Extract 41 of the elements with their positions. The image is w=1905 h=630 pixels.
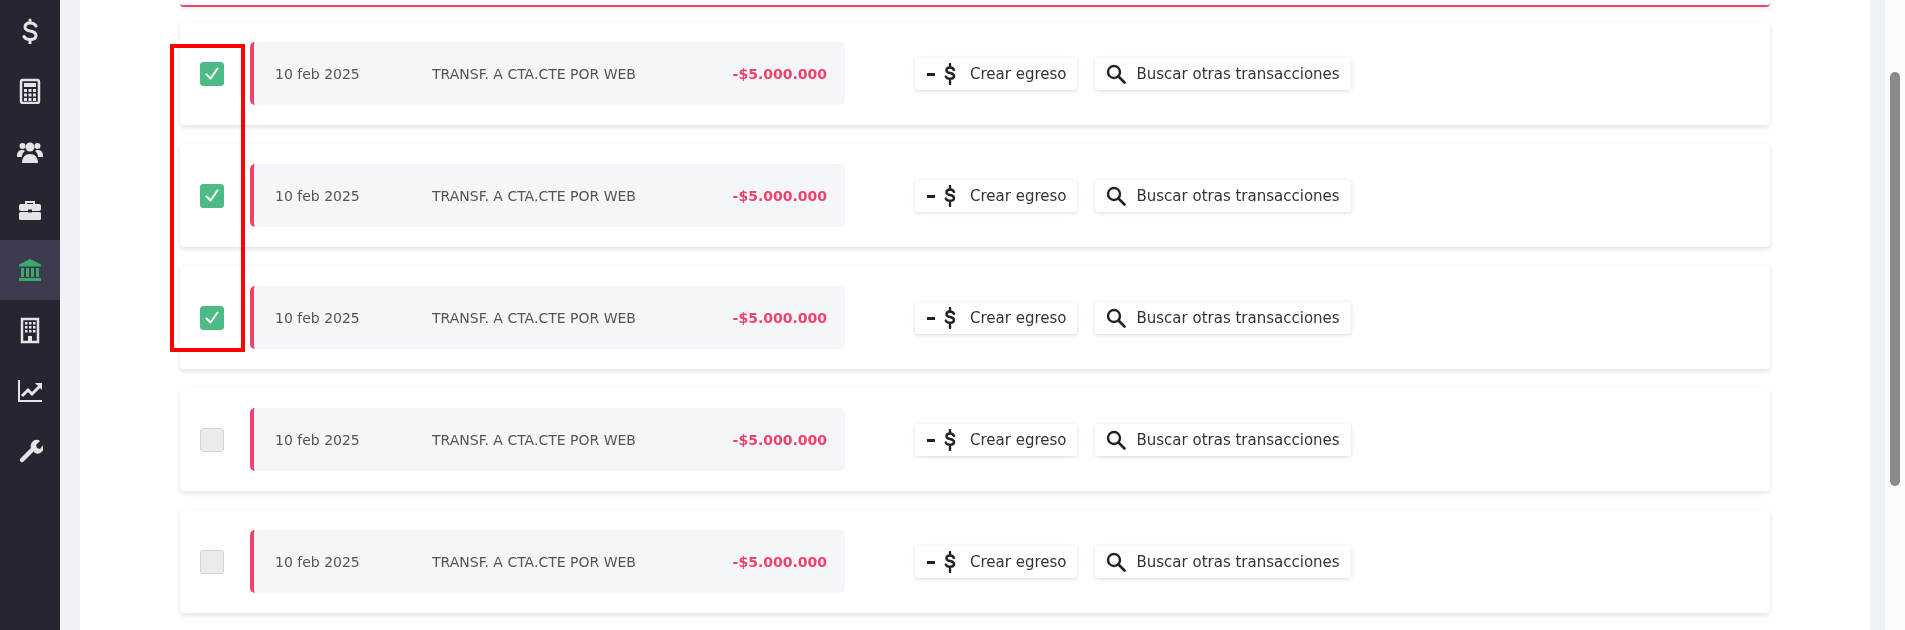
- transaction-description: TRANSF. A CTA.CTE POR WEB: [432, 309, 637, 326]
- checkmark-icon: [204, 309, 220, 326]
- checkbox[interactable]: [200, 61, 224, 86]
- search-icon: [1106, 551, 1127, 572]
- checkbox[interactable]: [200, 549, 224, 574]
- search-icon: [1106, 429, 1127, 450]
- transaction-description: TRANSF. A CTA.CTE POR WEB: [432, 431, 637, 448]
- bank-icon: [17, 256, 43, 284]
- transaction-amount: -$5.000.000: [732, 431, 827, 448]
- transaction-description: TRANSF. A CTA.CTE POR WEB: [432, 553, 637, 570]
- checkbox[interactable]: [200, 183, 224, 208]
- checkbox[interactable]: [200, 305, 224, 330]
- transaction-date: 10 feb 2025: [275, 553, 361, 570]
- create-expense-button[interactable]: Crear egreso: [915, 57, 1078, 90]
- create-expense-button[interactable]: Crear egreso: [915, 179, 1078, 212]
- transaction-amount: -$5.000.000: [732, 553, 827, 570]
- transaction-date: 10 feb 2025: [275, 309, 361, 326]
- create-expense-button[interactable]: Crear egreso: [915, 545, 1078, 578]
- transaction-amount: -$5.000.000: [732, 187, 827, 204]
- create-expense-button[interactable]: Crear egreso: [915, 301, 1078, 334]
- checkmark-icon: [204, 187, 220, 204]
- checkbox[interactable]: [200, 427, 224, 452]
- search-transactions-button[interactable]: Buscar otras transacciones: [1095, 301, 1351, 334]
- scrollbar[interactable]: [1885, 0, 1905, 630]
- calculator-icon: [17, 76, 43, 104]
- search-transactions-button[interactable]: Buscar otras transacciones: [1095, 545, 1351, 578]
- transaction-description: TRANSF. A CTA.CTE POR WEB: [432, 187, 637, 204]
- search-transactions-button[interactable]: Buscar otras transacciones: [1095, 179, 1351, 212]
- transaction-date: 10 feb 2025: [275, 65, 361, 82]
- create-expense-button[interactable]: Crear egreso: [915, 423, 1078, 456]
- transaction-date: 10 feb 2025: [275, 187, 361, 204]
- search-transactions-button[interactable]: Buscar otras transacciones: [1095, 423, 1351, 456]
- search-icon: [1106, 307, 1127, 328]
- transaction-amount: -$5.000.000: [732, 309, 827, 326]
- transaction-amount: -$5.000.000: [732, 65, 827, 82]
- transaction-date: 10 feb 2025: [275, 431, 361, 448]
- search-icon: [1106, 63, 1127, 84]
- checkmark-icon: [204, 65, 220, 82]
- search-icon: [1106, 185, 1127, 206]
- search-transactions-button[interactable]: Buscar otras transacciones: [1095, 57, 1351, 90]
- transaction-description: TRANSF. A CTA.CTE POR WEB: [432, 65, 637, 82]
